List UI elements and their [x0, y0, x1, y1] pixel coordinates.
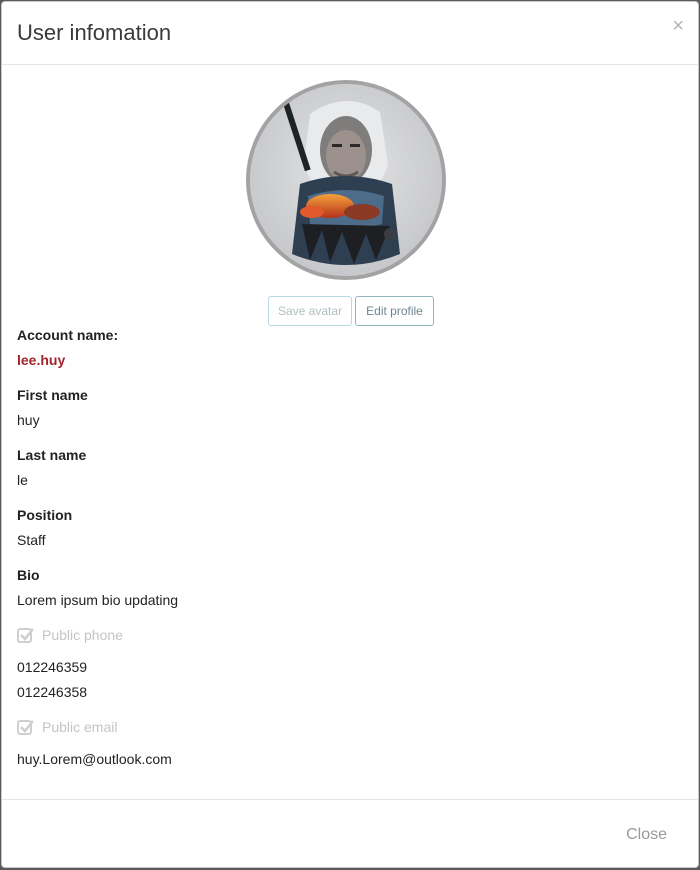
avatar-image — [250, 84, 442, 276]
edit-profile-button[interactable]: Edit profile — [355, 296, 434, 326]
position-label: Position — [17, 507, 73, 523]
public-email-checkbox[interactable]: Public email — [17, 718, 117, 736]
public-phone-label: Public phone — [42, 627, 123, 643]
email-value: huy.Lorem@outlook.com — [17, 751, 172, 767]
close-button[interactable]: Close — [626, 826, 667, 844]
bio-value: Lorem ipsum bio updating — [17, 592, 179, 608]
last-name-value: le — [17, 472, 28, 488]
checkbox-checked-icon — [17, 720, 34, 735]
save-avatar-button[interactable]: Save avatar — [268, 296, 352, 326]
last-name-label: Last name — [17, 447, 87, 463]
first-name-label: First name — [17, 387, 88, 403]
public-phone-checkbox[interactable]: Public phone — [17, 626, 123, 644]
position-value: Staff — [17, 532, 46, 548]
phone-value-2: 012246358 — [17, 684, 88, 700]
modal-header: User infomation × — [2, 2, 698, 65]
checkbox-checked-icon — [17, 628, 34, 643]
account-name-value: lee.huy — [17, 352, 66, 368]
modal-title: User infomation — [17, 20, 172, 45]
phone-value-1: 012246359 — [17, 659, 88, 675]
user-info-modal: User infomation × Save avatar Edit profi… — [1, 1, 699, 868]
close-icon[interactable]: × — [672, 16, 684, 36]
bio-label: Bio — [17, 567, 40, 583]
public-email-label: Public email — [42, 719, 118, 735]
avatar — [246, 80, 446, 280]
first-name-value: huy — [17, 412, 40, 428]
modal-footer: Close — [2, 799, 698, 869]
account-name-label: Account name: — [17, 327, 119, 343]
